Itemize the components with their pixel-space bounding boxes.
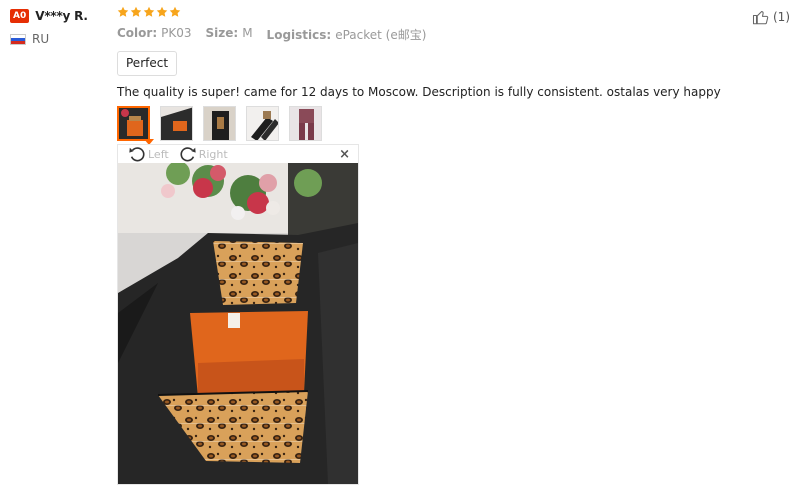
star-icon xyxy=(143,6,155,18)
star-icon xyxy=(156,6,168,18)
photo-viewer-toolbar: Left Right × xyxy=(118,145,358,163)
review-tag: Perfect xyxy=(117,51,178,76)
attribute-size: Size: M xyxy=(205,26,253,40)
reviewer-name: V***y R. xyxy=(35,9,88,23)
rotate-left-button[interactable]: Left xyxy=(128,145,169,163)
photo-thumbnail[interactable] xyxy=(246,106,279,141)
photo-viewer: Left Right × xyxy=(117,144,359,485)
rotate-right-button[interactable]: Right xyxy=(179,145,228,163)
rotate-right-icon xyxy=(180,147,196,162)
star-icon xyxy=(117,6,129,18)
attribute-color: Color: PK03 xyxy=(117,26,192,40)
order-attributes: Color: PK03 Size: M Logistics: ePacket (e邮宝… xyxy=(117,26,777,43)
rotate-right-label: Right xyxy=(198,147,228,161)
russia-flag-icon xyxy=(10,33,26,45)
star-icon xyxy=(169,6,181,18)
photo-thumbnail[interactable] xyxy=(289,106,322,141)
rotate-left-icon xyxy=(129,147,145,162)
review-text: The quality is super! came for 12 days t… xyxy=(117,85,721,99)
review-photo-thumbnails xyxy=(117,106,777,141)
rotate-left-label: Left xyxy=(148,147,169,161)
star-rating xyxy=(117,6,777,22)
star-icon xyxy=(130,6,142,18)
review-photo-large xyxy=(118,163,358,484)
reviewer-info: A0 V***y R. RU xyxy=(10,8,88,46)
photo-thumbnail[interactable] xyxy=(117,106,150,141)
buyer-level-badge: A0 xyxy=(10,9,30,23)
reviewer-row: A0 V***y R. xyxy=(10,8,88,24)
review-body: Color: PK03 Size: M Logistics: ePacket (e邮宝… xyxy=(117,6,777,141)
photo-thumbnail[interactable] xyxy=(160,106,193,141)
country-code: RU xyxy=(32,32,50,46)
close-icon[interactable]: × xyxy=(339,147,350,162)
photo-thumbnail[interactable] xyxy=(203,106,236,141)
attribute-logistics: Logistics: ePacket (e邮宝) xyxy=(266,28,427,42)
reviewer-country: RU xyxy=(10,32,88,46)
